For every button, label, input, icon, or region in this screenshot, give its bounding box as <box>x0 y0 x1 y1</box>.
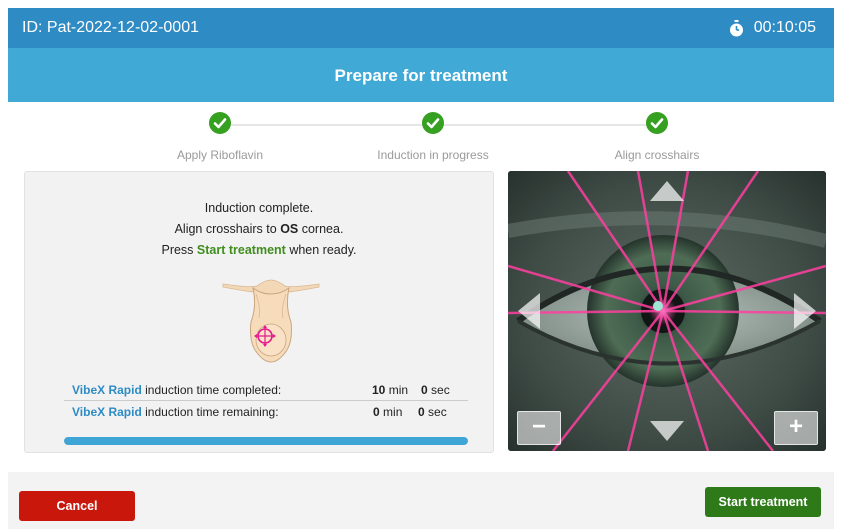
brand-name: VibeX Rapid <box>72 405 142 419</box>
label-text: induction time completed: <box>141 383 282 397</box>
completed-minutes: 10 min <box>372 383 408 397</box>
patient-id: ID: Pat-2022-12-02-0001 <box>22 19 199 36</box>
eye-camera-image <box>508 171 826 451</box>
value: 0 <box>373 405 380 419</box>
check-circle-icon <box>646 112 668 134</box>
start-treatment-button[interactable]: Start treatment <box>705 487 821 517</box>
title-bar: Prepare for treatment <box>8 48 834 102</box>
induction-completed-label: VibeX Rapid induction time completed: <box>72 383 281 397</box>
completed-seconds: 0 sec <box>421 383 450 397</box>
eye-label: OS <box>280 222 299 236</box>
app-window: ID: Pat-2022-12-02-0001 00:10:05 Prepare… <box>0 0 842 529</box>
remaining-seconds: 0 sec <box>418 405 447 419</box>
page-title: Prepare for treatment <box>334 66 508 85</box>
session-timer: 00:10:05 <box>729 19 816 37</box>
start-treatment-hint: Start treatment <box>196 243 286 257</box>
value: 0 <box>418 405 425 419</box>
progress-fill <box>64 437 468 445</box>
induction-summary: VibeX Rapid induction time completed: 10… <box>64 379 468 422</box>
instruction-text-part: when ready. <box>285 243 357 257</box>
timer-value: 00:10:05 <box>753 19 816 36</box>
instruction-line-1: Induction complete. <box>204 201 314 215</box>
step-label: Induction in progress <box>377 148 489 162</box>
induction-progress-bar <box>64 437 468 445</box>
label-text: induction time remaining: <box>141 405 279 419</box>
step-label: Apply Riboflavin <box>176 148 264 162</box>
check-circle-icon <box>209 112 231 134</box>
zoom-out-button[interactable]: − <box>517 411 561 445</box>
patient-head-illustration <box>222 279 320 363</box>
instruction-panel: Induction complete. Align crosshairs to … <box>24 171 494 453</box>
unit: sec <box>431 383 450 397</box>
induction-remaining-row: VibeX Rapid induction time remaining: 0 … <box>64 400 468 422</box>
value: 0 <box>421 383 428 397</box>
instruction-text-part: Press <box>161 243 197 257</box>
instruction-line-2: Align crosshairs to OS cornea. <box>25 219 493 240</box>
brand-name: VibeX Rapid <box>72 383 142 397</box>
step-label: Align crosshairs <box>614 148 700 162</box>
camera-view: − + <box>508 171 826 451</box>
zoom-in-button[interactable]: + <box>774 411 818 445</box>
unit: min <box>388 383 409 397</box>
stopwatch-icon <box>729 19 743 36</box>
instruction-line-3: Press Start treatment when ready. <box>25 240 493 261</box>
cancel-button[interactable]: Cancel <box>19 491 135 521</box>
instruction-text: Induction complete. Align crosshairs to … <box>25 198 493 261</box>
induction-completed-row: VibeX Rapid induction time completed: 10… <box>64 379 468 400</box>
unit: sec <box>428 405 447 419</box>
induction-remaining-label: VibeX Rapid induction time remaining: <box>72 405 279 419</box>
value: 10 <box>372 383 386 397</box>
remaining-minutes: 0 min <box>373 405 402 419</box>
check-circle-icon <box>422 112 444 134</box>
step-align-crosshairs: Align crosshairs <box>567 112 747 162</box>
step-induction: Induction in progress <box>343 112 523 162</box>
unit: min <box>383 405 403 419</box>
instruction-text-part: Align crosshairs to <box>174 222 281 236</box>
step-progress: Apply Riboflavin Induction in progress A… <box>120 112 740 162</box>
footer-bar: Cancel Start treatment <box>8 472 834 529</box>
instruction-text-part: cornea. <box>298 222 344 236</box>
top-bar: ID: Pat-2022-12-02-0001 00:10:05 <box>8 8 834 48</box>
step-apply-riboflavin: Apply Riboflavin <box>130 112 310 162</box>
